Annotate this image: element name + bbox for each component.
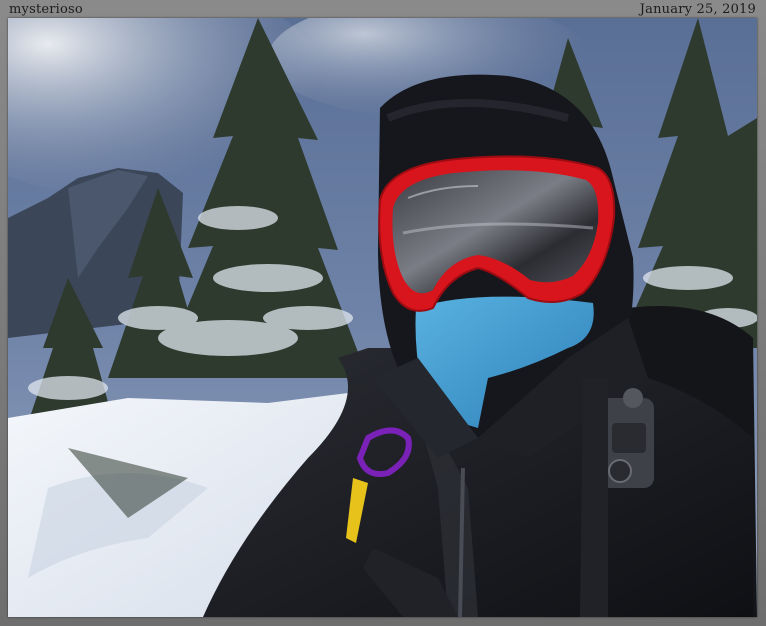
date-caption: January 25, 2019 bbox=[639, 2, 756, 17]
author-caption: mysterioso bbox=[9, 2, 83, 17]
photo-scene bbox=[8, 18, 757, 617]
shoulder-strap bbox=[580, 378, 608, 617]
photo-frame: mysterioso January 25, 2019 bbox=[0, 0, 766, 626]
photo bbox=[8, 18, 757, 617]
